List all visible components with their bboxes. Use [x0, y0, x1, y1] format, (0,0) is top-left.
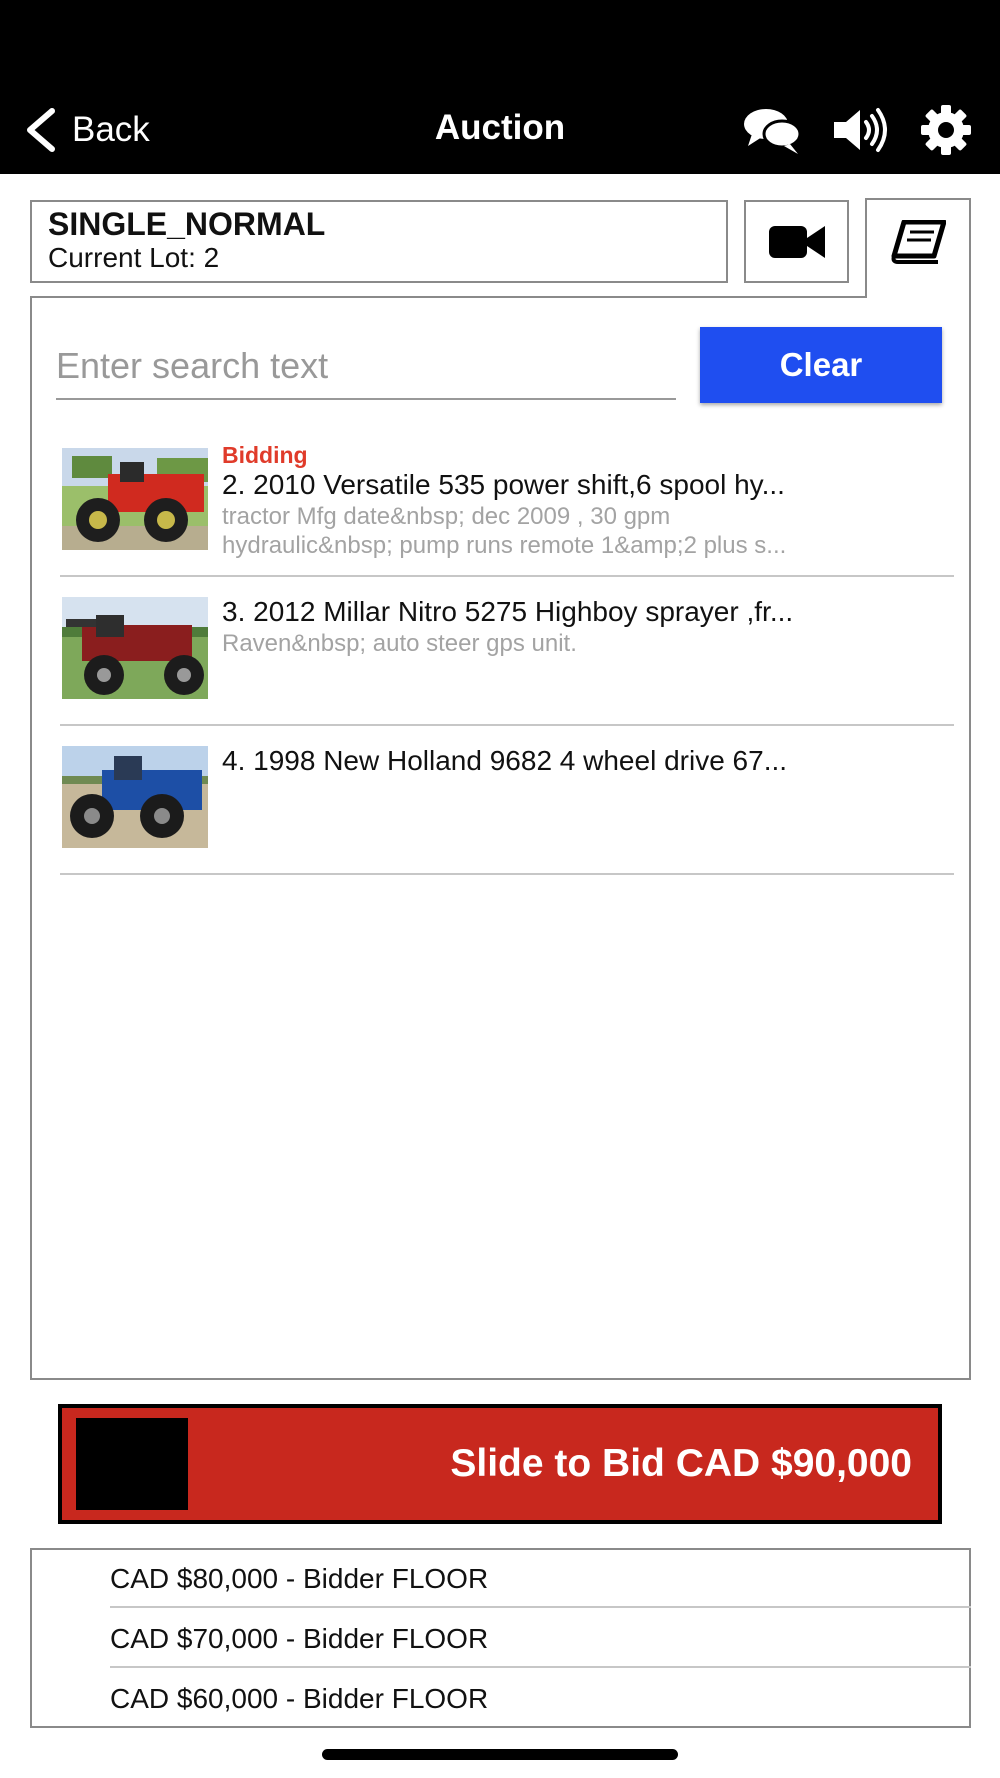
lot-title: 4. 1998 New Holland 9682 4 wheel drive 6…: [222, 745, 788, 776]
bid-history: CAD $80,000 - Bidder FLOOR CAD $70,000 -…: [30, 1548, 971, 1728]
lot-text: Bidding 2. 2010 Versatile 535 power shif…: [222, 428, 950, 560]
video-camera-icon: [768, 225, 825, 258]
video-tab-button[interactable]: [744, 200, 849, 283]
catalog-panel: Clear Bidding 2. 2010 Versatile 535 powe…: [30, 296, 971, 1380]
slider-handle[interactable]: [76, 1418, 188, 1510]
home-indicator[interactable]: [322, 1749, 678, 1760]
lot-item[interactable]: 4. 1998 New Holland 9682 4 wheel drive 6…: [60, 726, 954, 875]
clear-button[interactable]: Clear: [700, 327, 942, 403]
bid-history-row: CAD $70,000 - Bidder FLOOR: [110, 1610, 971, 1668]
lot-thumbnail: [62, 597, 208, 699]
lot-description: tractor Mfg date&nbsp; dec 2009 , 30 gpm: [222, 503, 671, 530]
slide-to-bid-label: Slide to Bid CAD $90,000: [450, 1442, 912, 1485]
sale-name: SINGLE_NORMAL: [48, 206, 326, 242]
lot-title: 2. 2010 Versatile 535 power shift,6 spoo…: [222, 469, 785, 500]
lot-description: Raven&nbsp; auto steer gps unit.: [222, 630, 577, 657]
lot-item[interactable]: Bidding 2. 2010 Versatile 535 power shif…: [60, 428, 954, 577]
search-input[interactable]: [56, 334, 676, 400]
gear-icon[interactable]: [918, 104, 974, 156]
bid-history-row: CAD $80,000 - Bidder FLOOR: [110, 1550, 971, 1608]
lot-thumbnail: [62, 746, 208, 848]
lot-item[interactable]: 3. 2012 Millar Nitro 5275 Highboy spraye…: [60, 577, 954, 726]
lot-status-badge: Bidding: [222, 442, 308, 468]
top-bar: Back Auction: [0, 0, 1000, 174]
lot-list: Bidding 2. 2010 Versatile 535 power shif…: [60, 428, 954, 875]
slide-to-bid[interactable]: Slide to Bid CAD $90,000: [58, 1404, 942, 1524]
current-lot: Current Lot: 2: [48, 242, 220, 273]
book-icon: [891, 220, 946, 264]
lot-text: 4. 1998 New Holland 9682 4 wheel drive 6…: [222, 726, 950, 778]
sale-info-box: SINGLE_NORMAL Current Lot: 2: [30, 200, 728, 283]
chat-icon[interactable]: [742, 104, 802, 156]
catalog-tab-button[interactable]: [865, 198, 971, 298]
lot-text: 3. 2012 Millar Nitro 5275 Highboy spraye…: [222, 577, 950, 658]
lot-thumbnail: [62, 448, 208, 550]
lot-description: hydraulic&nbsp; pump runs remote 1&amp;2…: [222, 532, 787, 559]
sound-icon[interactable]: [832, 104, 892, 156]
bid-history-row: CAD $60,000 - Bidder FLOOR: [110, 1683, 489, 1714]
lot-title: 3. 2012 Millar Nitro 5275 Highboy spraye…: [222, 596, 794, 627]
